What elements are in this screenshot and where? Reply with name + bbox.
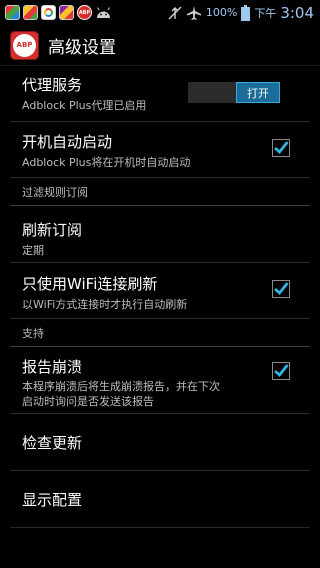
- app-icon-3: [41, 5, 56, 20]
- divider: [10, 527, 310, 528]
- action-bar: ABP 高级设置: [0, 25, 320, 66]
- pref-check-update[interactable]: 检查更新: [0, 414, 320, 471]
- signal-off-icon: [168, 6, 182, 19]
- pref-wifi-summary: 以WiFi方式连接时才执行自动刷新: [22, 298, 188, 311]
- clock: 3:04: [280, 3, 314, 22]
- app-icon-2: [23, 5, 38, 20]
- pref-crash-summary-line1: 本程序崩溃后将生成崩溃报告，并在下次: [22, 380, 220, 393]
- abp-logo-icon[interactable]: ABP: [10, 30, 39, 60]
- pref-crash-summary-line2: 启动时询问是否发送该报告: [22, 395, 154, 408]
- battery-percent: 100%: [205, 6, 238, 19]
- category-filter-subscriptions: 过滤规则订阅: [0, 178, 320, 206]
- pref-show-config[interactable]: 显示配置: [0, 471, 320, 528]
- pref-check-update-title: 检查更新: [22, 434, 83, 452]
- pref-refresh-subscriptions[interactable]: 刷新订阅 定期: [0, 206, 320, 263]
- toggle-off-side: [188, 82, 236, 103]
- status-bar: ABP 100% 下午 3:04: [0, 0, 320, 25]
- abp-icon: ABP: [77, 5, 92, 20]
- autostart-checkbox[interactable]: [272, 139, 290, 157]
- proxy-toggle[interactable]: 打开: [188, 82, 280, 103]
- pref-wifi-only[interactable]: 只使用WiFi连接刷新 以WiFi方式连接时才执行自动刷新: [0, 263, 320, 319]
- android-debug-icon: [97, 6, 110, 18]
- page-title: 高级设置: [48, 37, 116, 58]
- category-label: 过滤规则订阅: [22, 186, 88, 199]
- toggle-on-label: 打开: [236, 82, 280, 103]
- settings-list: 代理服务 Adblock Plus代理已启用 打开 开机自动启动 Adblock…: [0, 66, 320, 528]
- wifi-only-checkbox[interactable]: [272, 280, 290, 298]
- crash-report-checkbox[interactable]: [272, 362, 290, 380]
- pref-proxy[interactable]: 代理服务 Adblock Plus代理已启用 打开: [0, 66, 320, 122]
- app-icon-1: [5, 5, 20, 20]
- pref-crash-report[interactable]: 报告崩溃 本程序崩溃后将生成崩溃报告，并在下次 启动时询问是否发送该报告: [0, 347, 320, 414]
- pref-refresh-title: 刷新订阅: [22, 221, 83, 239]
- app-icon-4: [59, 5, 74, 20]
- pref-refresh-summary: 定期: [22, 244, 44, 257]
- time-ampm: 下午: [254, 6, 277, 20]
- system-status: 100% 下午 3:04: [168, 4, 320, 22]
- pref-show-config-title: 显示配置: [22, 491, 83, 509]
- pref-autostart-summary: Adblock Plus将在开机时自动启动: [22, 156, 191, 169]
- category-support: 支持: [0, 319, 320, 347]
- category-label: 支持: [22, 327, 44, 340]
- airplane-mode-icon: [186, 5, 201, 20]
- pref-crash-summary: 本程序崩溃后将生成崩溃报告，并在下次 启动时询问是否发送该报告: [22, 379, 320, 409]
- pref-autostart[interactable]: 开机自动启动 Adblock Plus将在开机时自动启动: [0, 122, 320, 178]
- battery-icon: [241, 4, 251, 21]
- notification-icons: ABP: [0, 5, 112, 20]
